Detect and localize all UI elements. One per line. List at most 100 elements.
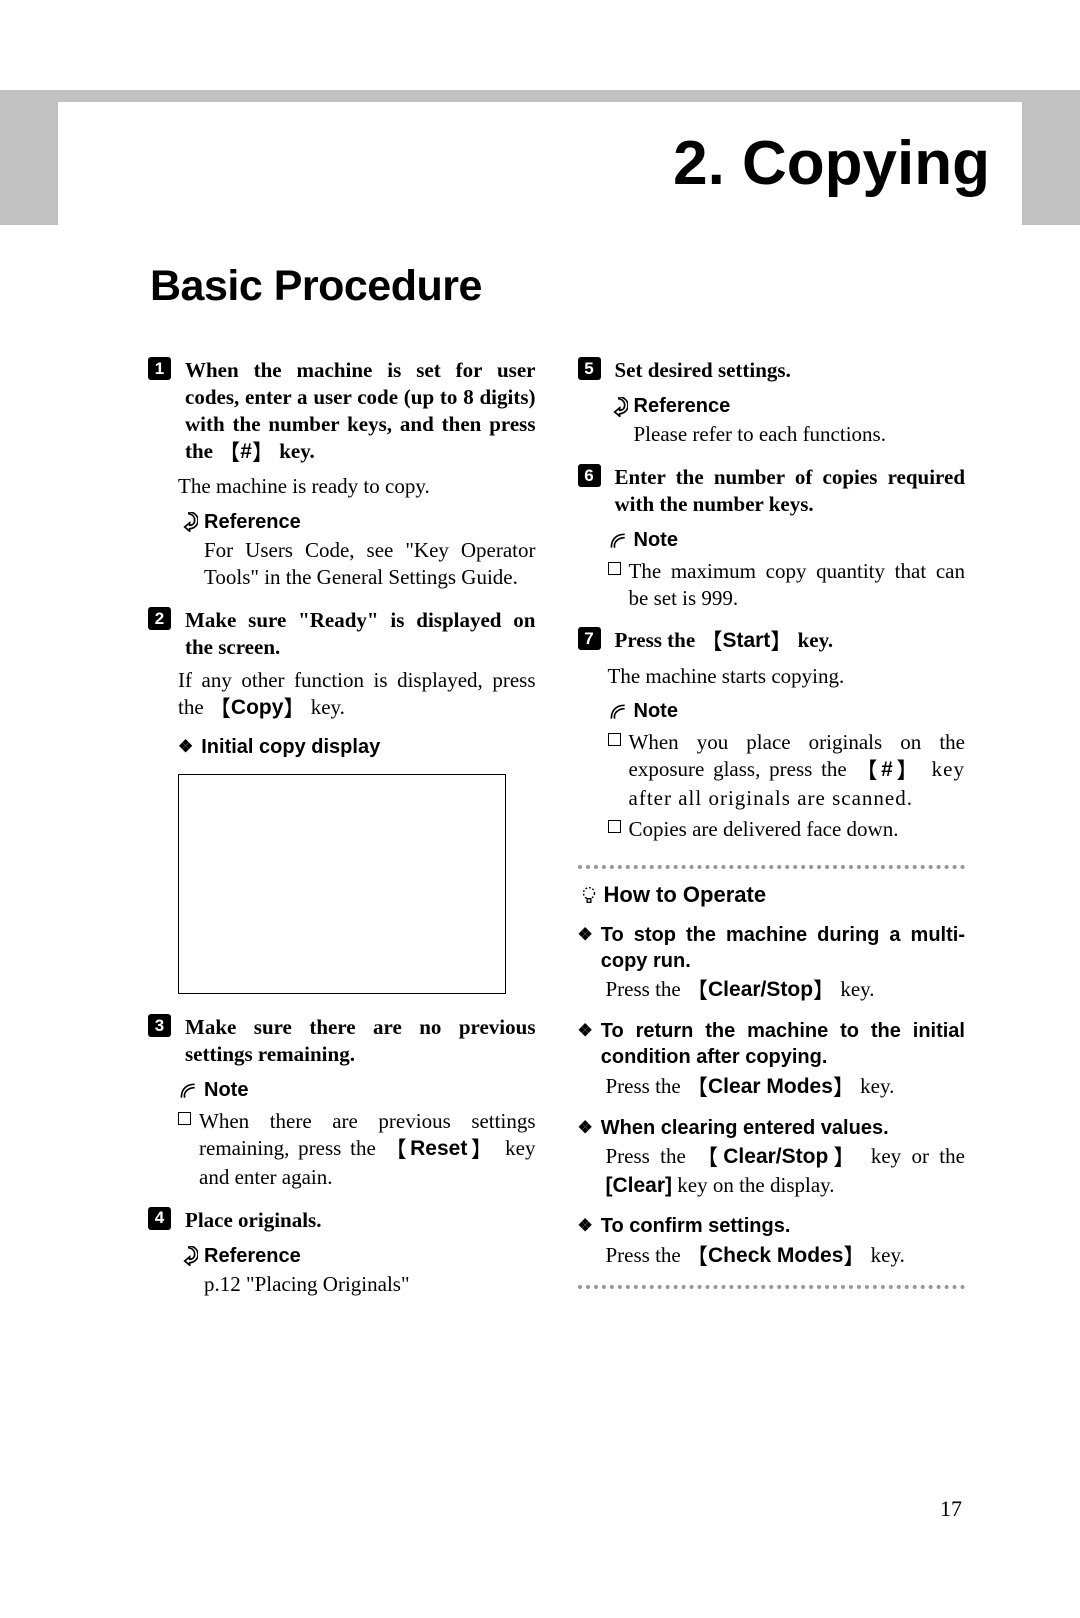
note-label: Note: [608, 528, 966, 554]
step-6-heading: Enter the number of copies required with…: [615, 464, 966, 518]
tip-confirm-body: Press the 【Check Modes】 key.: [606, 1242, 966, 1271]
initial-display-heading: ❖ Initial copy display: [178, 735, 536, 761]
note-bullet-1: When you place originals on the exposure…: [608, 729, 966, 812]
bracket-l-icon: 【: [218, 440, 240, 465]
note-bullet: The maximum copy quantity that can be se…: [608, 558, 966, 612]
divider-dots: [578, 865, 966, 869]
note-label-text: Note: [204, 1078, 248, 1104]
reset-key: 【Reset】: [385, 1137, 497, 1160]
content-columns: 1 When the machine is set for user codes…: [0, 311, 1080, 1301]
key-label: Reset: [410, 1137, 467, 1160]
reference-label-text: Reference: [204, 1244, 301, 1270]
clear-stop-key: 【Clear/Stop】: [696, 1145, 860, 1168]
diamond-icon: ❖: [178, 736, 193, 761]
step-2: 2 Make sure "Ready" is displayed on the …: [148, 607, 536, 994]
note-bullet: When there are previous settings remaini…: [178, 1108, 536, 1191]
how-to-operate-heading: How to Operate: [578, 881, 966, 909]
reference-text: For Users Code, see "Key Operator Tools"…: [204, 537, 536, 591]
note-text: Copies are delivered face down.: [629, 816, 899, 843]
clear-key: [Clear]: [606, 1174, 673, 1197]
check-modes-key: 【Check Modes】: [686, 1244, 865, 1267]
reference-label: Reference: [178, 1244, 536, 1270]
diamond-icon: ❖: [578, 924, 593, 974]
step-7-heading: Press the 【Start】 key.: [615, 627, 966, 656]
reference-label-text: Reference: [204, 510, 301, 536]
note-label: Note: [178, 1078, 536, 1104]
step-number-icon: 7: [578, 627, 601, 650]
bracket-l-icon: 【: [686, 1244, 708, 1269]
bracket-l-icon: 【: [696, 1145, 723, 1170]
step-number-icon: 6: [578, 464, 601, 487]
bracket-l-icon: 【: [686, 1075, 708, 1100]
key-label: Clear/Stop: [708, 978, 813, 1001]
bracket-r-icon: 】: [833, 1075, 855, 1100]
reference-icon: [608, 397, 628, 417]
key-label: #: [240, 440, 252, 463]
clear-stop-key: 【Clear/Stop】: [686, 978, 835, 1001]
bullet-box-icon: [178, 1112, 191, 1125]
initial-display-placeholder: [178, 774, 506, 994]
note-label-text: Note: [634, 699, 678, 725]
key-label: Start: [722, 629, 770, 652]
step-1: 1 When the machine is set for user codes…: [148, 357, 536, 591]
page: 2. Copying Basic Procedure 1 When the ma…: [0, 90, 1080, 1618]
reference-label: Reference: [608, 394, 966, 420]
note-bullet-2: Copies are delivered face down.: [608, 816, 966, 843]
start-key: 【Start】: [700, 629, 792, 652]
diamond-icon: ❖: [578, 1117, 593, 1142]
reference-icon: [178, 1246, 198, 1266]
bracket-r-icon: 】: [843, 1244, 865, 1269]
tip-stop-heading: ❖ To stop the machine during a multi-cop…: [578, 923, 966, 974]
step-4: 4 Place originals. Reference p.12 "Placi…: [148, 1207, 536, 1298]
reference-label: Reference: [178, 510, 536, 536]
key-label: Clear Modes: [708, 1075, 833, 1098]
divider-dots: [578, 1285, 966, 1289]
step-3: 3 Make sure there are no previous settin…: [148, 1014, 536, 1190]
hash-key: 【#】: [856, 758, 922, 781]
bracket-r-icon: 】: [813, 978, 835, 1003]
step-2-body: If any other function is displayed, pres…: [148, 667, 536, 723]
text: key on the display.: [672, 1173, 835, 1197]
bracket-l-icon: 【: [700, 629, 722, 654]
step-7-body: The machine starts copying.: [578, 663, 966, 690]
chapter-title: 2. Copying: [673, 128, 990, 199]
text: Press the: [615, 628, 701, 652]
text: key.: [835, 977, 874, 1001]
bullet-box-icon: [608, 820, 621, 833]
how-to-operate-text: How to Operate: [604, 881, 767, 909]
note-icon: [178, 1081, 198, 1101]
step-5: 5 Set desired settings. Reference Please…: [578, 357, 966, 448]
text: key.: [274, 439, 315, 463]
hash-key: 【#】: [218, 440, 274, 463]
bracket-r-icon: 】: [770, 629, 792, 654]
tip-return-heading: ❖ To return the machine to the initial c…: [578, 1019, 966, 1070]
step-number-icon: 4: [148, 1207, 171, 1230]
step-number-icon: 3: [148, 1014, 171, 1037]
note-icon: [608, 531, 628, 551]
bracket-r-icon: 】: [893, 758, 922, 783]
step-number-icon: 1: [148, 357, 171, 380]
right-column: 5 Set desired settings. Reference Please…: [578, 341, 966, 1301]
tip-stop-body: Press the 【Clear/Stop】 key.: [606, 976, 966, 1005]
note-label: Note: [608, 699, 966, 725]
step-7: 7 Press the 【Start】 key. The machine sta…: [578, 627, 966, 842]
reference-icon: [178, 512, 198, 532]
text: Initial copy display: [201, 735, 380, 761]
tip-confirm-heading: ❖ To confirm settings.: [578, 1214, 966, 1240]
bracket-l-icon: 【: [856, 758, 882, 783]
tip-clear-body: Press the 【Clear/Stop】 key or the [Clear…: [606, 1143, 966, 1200]
step-number-icon: 5: [578, 357, 601, 380]
bracket-r-icon: 】: [283, 696, 305, 721]
bracket-r-icon: 】: [252, 440, 274, 465]
step-1-body: The machine is ready to copy.: [148, 473, 536, 500]
section-title: Basic Procedure: [150, 262, 1080, 311]
tip-return-body: Press the 【Clear Modes】 key.: [606, 1073, 966, 1102]
step-2-heading: Make sure "Ready" is displayed on the sc…: [185, 607, 536, 661]
key-label: Check Modes: [708, 1244, 843, 1267]
step-1-heading: When the machine is set for user codes, …: [185, 357, 536, 467]
step-3-heading: Make sure there are no previous settings…: [185, 1014, 536, 1068]
bracket-l-icon: 【: [385, 1137, 411, 1162]
text: key.: [855, 1074, 894, 1098]
note-text: The maximum copy quantity that can be se…: [629, 558, 966, 612]
tip-heading-text: To return the machine to the initial con…: [601, 1019, 965, 1070]
